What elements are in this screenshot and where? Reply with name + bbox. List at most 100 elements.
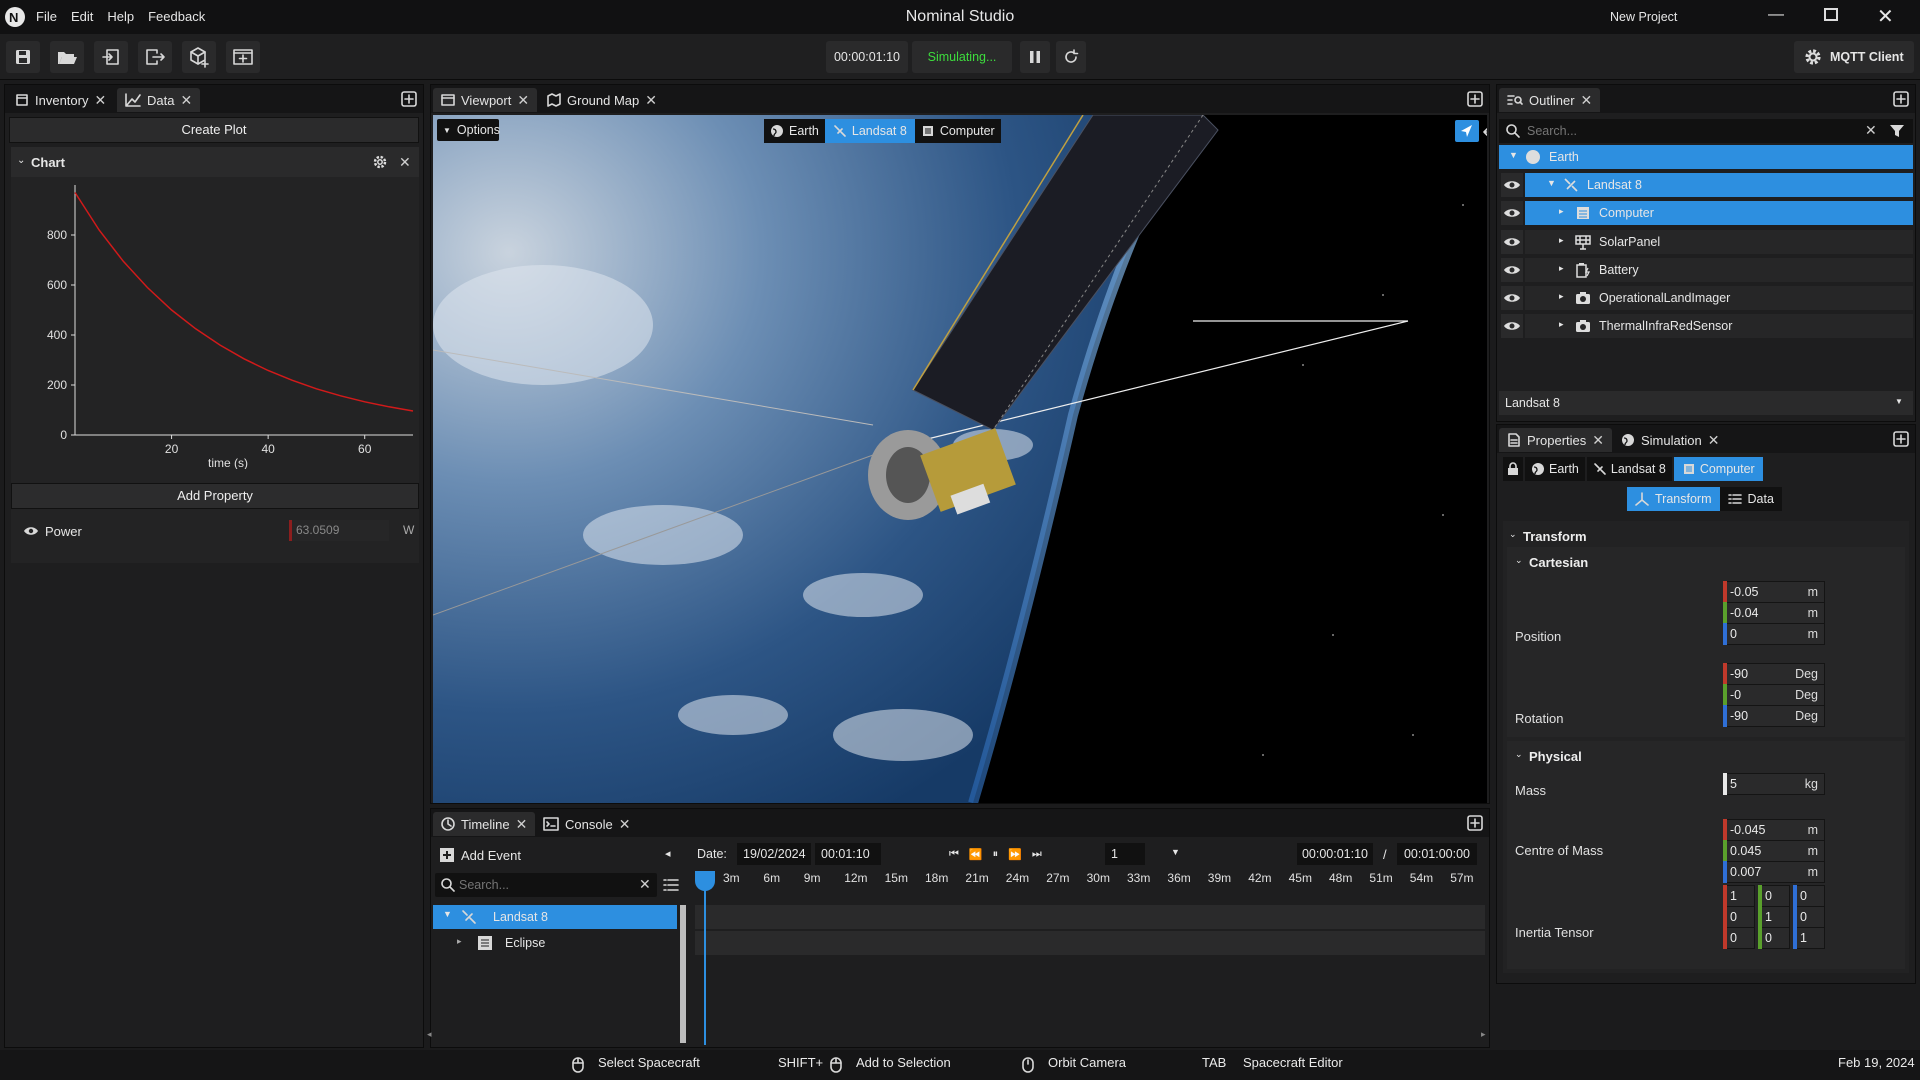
inertia-field-1-0[interactable]: 0	[1723, 906, 1755, 928]
position-field-z[interactable]: 0m	[1723, 623, 1825, 645]
subtab-transform[interactable]: Transform	[1627, 487, 1720, 511]
timeline-item-landsat[interactable]: ▼ Landsat 8	[433, 905, 677, 929]
export-button[interactable]	[138, 41, 172, 73]
collapsed-caret-icon[interactable]: ▸	[1559, 319, 1564, 330]
visibility-toggle[interactable]	[1501, 229, 1523, 254]
inertia-field-2-1[interactable]: 0	[1758, 927, 1790, 949]
add-component-button[interactable]	[182, 41, 216, 73]
tab-console[interactable]: Console ✕	[535, 812, 638, 836]
close-data-tab-icon[interactable]: ✕	[180, 92, 192, 109]
inertia-field-1-1[interactable]: 1	[1758, 906, 1790, 928]
close-timeline-tab-icon[interactable]: ✕	[516, 816, 528, 833]
chevron-down-icon[interactable]: ⌄	[17, 155, 25, 166]
rotation-field-x[interactable]: -90 Deg	[1723, 663, 1825, 685]
move-tool-icon[interactable]	[1483, 123, 1487, 141]
tree-item-computer[interactable]: ▸ Computer	[1525, 201, 1913, 226]
timeline-splitter[interactable]	[680, 905, 686, 1043]
close-ground-map-tab-icon[interactable]: ✕	[645, 92, 657, 109]
breadcrumb-earth[interactable]: Earth	[764, 119, 825, 143]
time-field[interactable]: 00:01:10	[815, 843, 881, 865]
collapsed-caret-icon[interactable]: ▸	[1559, 263, 1564, 274]
collapsed-caret-icon[interactable]: ▸	[1559, 291, 1564, 302]
pause-button[interactable]	[1020, 41, 1050, 73]
timeline-new-tab-button[interactable]	[1467, 815, 1483, 831]
inertia-field-0-1[interactable]: 0	[1758, 885, 1790, 907]
properties-new-tab-button[interactable]	[1893, 431, 1909, 447]
collapsed-caret-icon[interactable]: ▸	[1559, 235, 1564, 246]
tab-inventory[interactable]: Inventory ✕	[7, 88, 114, 112]
tree-item-thermal-infrared-sensor[interactable]: ▸ ThermalInfraRedSensor	[1525, 314, 1913, 339]
outliner-search[interactable]: ✕	[1499, 119, 1913, 143]
select-tool-button[interactable]	[1455, 120, 1479, 142]
close-viewport-tab-icon[interactable]: ✕	[517, 92, 529, 109]
scroll-right-icon[interactable]: ▸	[1481, 1029, 1486, 1040]
com-field-x[interactable]: -0.045 m	[1723, 819, 1825, 841]
speed-field[interactable]: 1	[1105, 843, 1145, 865]
tab-properties[interactable]: Properties ✕	[1499, 428, 1612, 452]
position-field-x[interactable]: -0.05 m	[1723, 581, 1825, 603]
tab-timeline[interactable]: Timeline ✕	[433, 812, 536, 836]
skip-start-icon[interactable]: ⏮	[949, 848, 959, 861]
inertia-field-2-2[interactable]: 1	[1793, 927, 1825, 949]
menu-file[interactable]: File	[36, 9, 57, 24]
total-time-field[interactable]: 00:01:00:00	[1397, 843, 1477, 865]
clear-search-icon[interactable]: ✕	[639, 876, 651, 893]
tree-item-operational-land-imager[interactable]: ▸ OperationalLandImager	[1525, 286, 1913, 310]
visibility-toggle[interactable]	[1501, 314, 1523, 339]
reset-button[interactable]	[1056, 41, 1086, 73]
close-simulation-tab-icon[interactable]: ✕	[1708, 432, 1720, 449]
inertia-field-0-2[interactable]: 0	[1793, 885, 1825, 907]
close-chart-icon[interactable]: ✕	[399, 154, 411, 171]
prop-breadcrumb-earth[interactable]: Earth	[1525, 457, 1585, 481]
viewport-new-tab-button[interactable]	[1467, 91, 1483, 107]
visibility-toggle[interactable]	[1501, 201, 1523, 226]
prop-breadcrumb-computer[interactable]: Computer	[1673, 457, 1763, 481]
rotation-field-y[interactable]: -0 Deg	[1723, 684, 1825, 706]
tab-simulation[interactable]: Simulation ✕	[1613, 428, 1727, 452]
timeline-track-landsat[interactable]	[695, 905, 1485, 929]
collapse-cartesian-icon[interactable]: ⌄	[1515, 555, 1523, 566]
close-outliner-tab-icon[interactable]: ✕	[1581, 92, 1593, 109]
collapse-physical-icon[interactable]: ⌄	[1515, 749, 1523, 760]
playhead-handle[interactable]	[695, 871, 715, 891]
subtab-data[interactable]: Data	[1719, 487, 1782, 511]
chart-settings-button[interactable]	[371, 153, 389, 171]
visibility-toggle[interactable]	[1501, 173, 1523, 198]
tree-item-earth[interactable]: ▼ Earth	[1499, 145, 1913, 169]
timeline-item-eclipse[interactable]: ▸ Eclipse	[433, 931, 677, 955]
tab-ground-map[interactable]: Ground Map ✕	[539, 88, 665, 112]
add-event-button[interactable]: Add Event	[435, 843, 675, 867]
com-field-z[interactable]: 0.007 m	[1723, 861, 1825, 883]
open-button[interactable]	[50, 41, 84, 73]
collapse-left-icon[interactable]: ◂	[665, 847, 671, 860]
expanded-caret-icon[interactable]: ▼	[1547, 178, 1556, 188]
outliner-search-input[interactable]	[1527, 121, 1847, 141]
tab-viewport[interactable]: Viewport ✕	[433, 88, 538, 112]
create-plot-button[interactable]: Create Plot	[9, 117, 419, 143]
tree-item-battery[interactable]: ▸ Battery	[1525, 257, 1913, 282]
expanded-caret-icon[interactable]: ▼	[443, 909, 452, 919]
close-console-tab-icon[interactable]: ✕	[619, 816, 631, 833]
inertia-field-2-0[interactable]: 0	[1723, 927, 1755, 949]
mass-field[interactable]: 5 kg	[1723, 773, 1825, 795]
maximize-button[interactable]	[1824, 8, 1838, 21]
visibility-toggle[interactable]	[1501, 257, 1523, 282]
rewind-icon[interactable]: ⏪	[969, 848, 983, 861]
minimize-button[interactable]: —	[1768, 6, 1784, 24]
visibility-toggle[interactable]	[1501, 286, 1523, 310]
collapsed-caret-icon[interactable]: ▸	[1559, 206, 1564, 217]
tab-data[interactable]: Data ✕	[117, 88, 201, 112]
tree-item-solarpanel[interactable]: ▸ SolarPanel	[1525, 229, 1913, 254]
com-field-y[interactable]: 0.045 m	[1723, 840, 1825, 862]
speed-dropdown-icon[interactable]: ▼	[1171, 847, 1180, 857]
close-properties-tab-icon[interactable]: ✕	[1592, 432, 1604, 449]
prop-breadcrumb-landsat[interactable]: Landsat 8	[1586, 457, 1672, 481]
add-panel-button[interactable]	[226, 41, 260, 73]
menu-edit[interactable]: Edit	[71, 9, 93, 24]
timeline-search-input[interactable]	[459, 875, 629, 895]
lock-button[interactable]	[1503, 457, 1523, 481]
mqtt-client-button[interactable]: MQTT Client	[1794, 41, 1914, 73]
timeline-track-eclipse[interactable]	[695, 931, 1485, 955]
timeline-search[interactable]: ✕	[435, 873, 657, 897]
timeline-ruler[interactable]: 3m 6m 9m 12m 15m 18m 21m 24m 27m 30m 33m 36m 39m 42m 4…	[695, 869, 1485, 893]
